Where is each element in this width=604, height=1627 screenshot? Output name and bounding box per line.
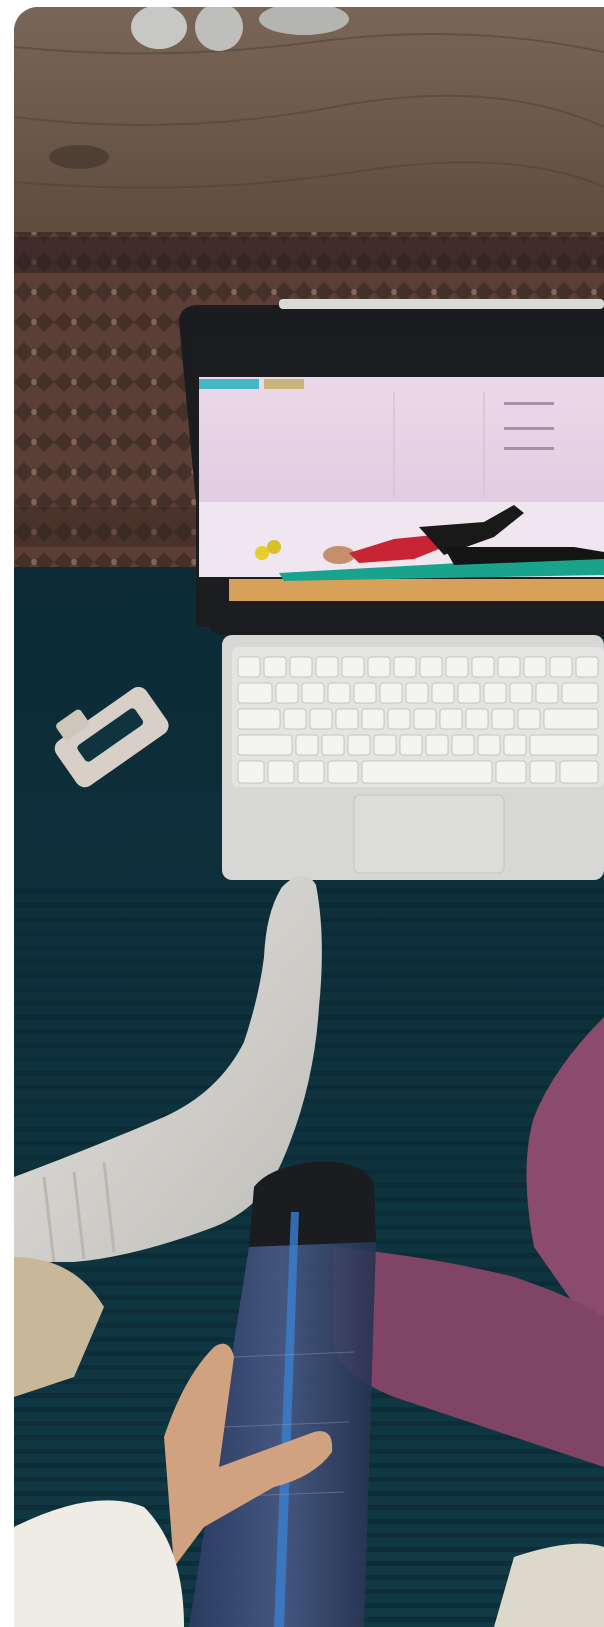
tablet-keyboard xyxy=(222,635,604,880)
trackpad xyxy=(353,794,505,874)
workout-video xyxy=(196,337,604,627)
photo-card[interactable] xyxy=(14,7,604,1627)
tablet xyxy=(179,299,604,635)
workout-scene-photo xyxy=(14,7,604,1627)
